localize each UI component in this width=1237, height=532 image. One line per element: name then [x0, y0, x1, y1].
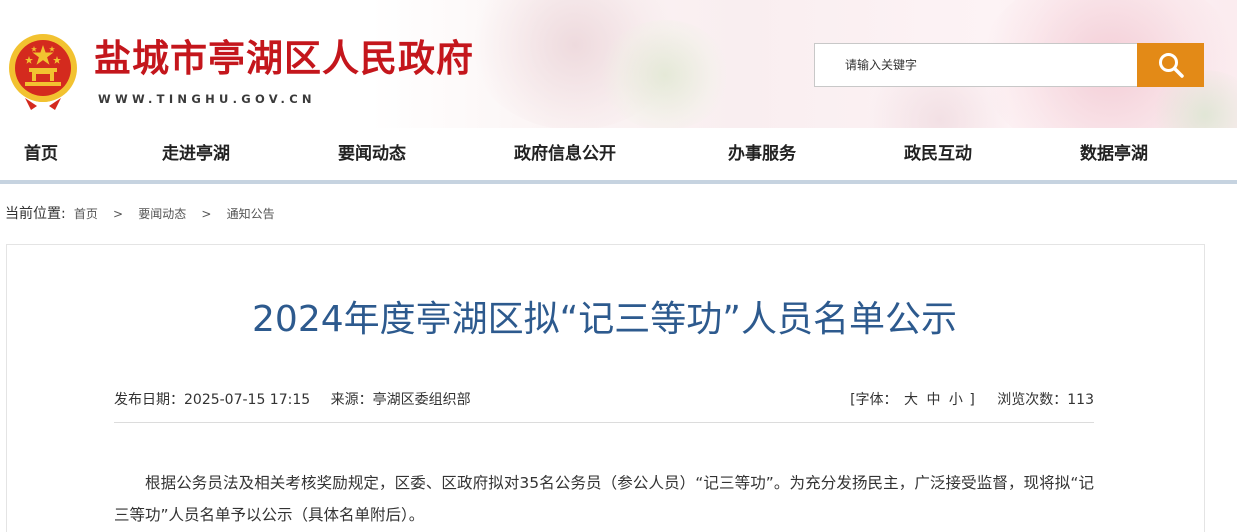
font-size-large-button[interactable]: 大: [904, 392, 918, 408]
views-count: 113: [1067, 392, 1094, 408]
nav-item-gov-info[interactable]: 政府信息公开: [514, 128, 616, 180]
national-emblem-icon[interactable]: [7, 32, 79, 112]
source-value: 亭湖区委组织部: [372, 392, 471, 408]
site-header: 盐城市亭湖区人民政府 WWW.TINGHU.GOV.CN: [0, 0, 1237, 128]
publish-date-label: 发布日期：: [114, 392, 184, 408]
article-meta: 发布日期：2025-07-15 17:15 来源：亭湖区委组织部 [字体： 大 …: [114, 390, 1094, 410]
font-size-prefix: [字体：: [850, 392, 898, 408]
breadcrumb-separator: >: [201, 207, 212, 221]
site-title[interactable]: 盐城市亭湖区人民政府: [94, 36, 474, 80]
main-nav: 首页 走进亭湖 要闻动态 政府信息公开 办事服务 政民互动 数据亭湖: [0, 128, 1237, 184]
font-size-control: [字体： 大 中 小 ]: [850, 392, 979, 408]
article-meta-left: 发布日期：2025-07-15 17:15 来源：亭湖区委组织部: [114, 390, 471, 410]
search-box: [814, 43, 1204, 87]
breadcrumb-label: 当前位置:: [5, 206, 66, 222]
breadcrumb: 当前位置: 首页 > 要闻动态 > 通知公告: [5, 204, 275, 224]
views-label: 浏览次数：: [997, 392, 1068, 408]
publish-date: 2025-07-15 17:15: [184, 392, 311, 408]
font-size-medium-button[interactable]: 中: [926, 392, 940, 408]
header-blossom-decoration: [600, 20, 730, 128]
search-input[interactable]: [814, 43, 1168, 87]
search-icon: [1159, 53, 1184, 78]
breadcrumb-separator: >: [113, 207, 124, 221]
font-size-small-button[interactable]: 小: [949, 392, 963, 408]
source-label: 来源：: [330, 392, 373, 408]
meta-divider: [114, 422, 1094, 423]
breadcrumb-item-notices[interactable]: 通知公告: [227, 207, 275, 221]
font-size-suffix: ]: [969, 392, 975, 408]
article-title: 2024年度亭湖区拟“记三等功”人员名单公示: [252, 299, 957, 340]
article-body-paragraph: 根据公务员法及相关考核奖励规定，区委、区政府拟对35名公务员（参公人员）“记三等…: [114, 474, 1094, 524]
breadcrumb-item-news[interactable]: 要闻动态: [138, 207, 186, 221]
page: 盐城市亭湖区人民政府 WWW.TINGHU.GOV.CN 首页 走进亭湖 要闻动…: [0, 0, 1237, 532]
nav-item-interaction[interactable]: 政民互动: [904, 128, 972, 180]
nav-item-services[interactable]: 办事服务: [728, 128, 796, 180]
nav-item-about[interactable]: 走进亭湖: [162, 128, 230, 180]
article-meta-right: [字体： 大 中 小 ] 浏览次数：113: [850, 390, 1094, 410]
nav-item-news[interactable]: 要闻动态: [338, 128, 406, 180]
site-domain: WWW.TINGHU.GOV.CN: [98, 92, 316, 106]
nav-item-home[interactable]: 首页: [24, 128, 58, 180]
search-button[interactable]: [1137, 43, 1204, 87]
breadcrumb-item-home[interactable]: 首页: [74, 207, 98, 221]
nav-item-data[interactable]: 数据亭湖: [1080, 128, 1148, 180]
